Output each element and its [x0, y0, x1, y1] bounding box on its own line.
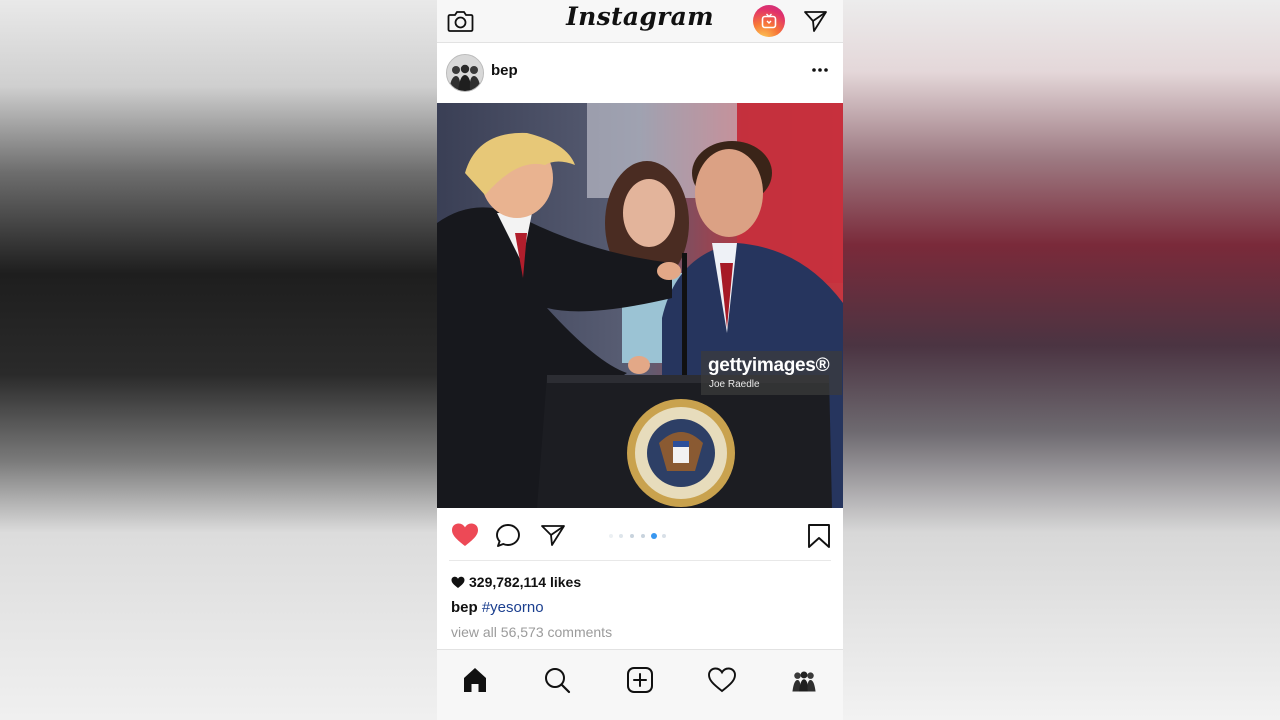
- add-post-icon[interactable]: [626, 666, 654, 694]
- heart-filled-icon[interactable]: [451, 522, 479, 548]
- getty-brand: gettyimages®: [708, 355, 830, 376]
- carousel-dot[interactable]: [630, 534, 634, 538]
- hashtag-link[interactable]: #yesorno: [482, 599, 544, 616]
- more-dots-icon[interactable]: [811, 67, 829, 73]
- post-username[interactable]: bep: [491, 62, 518, 79]
- heart-outline-icon[interactable]: [708, 666, 736, 694]
- comment-icon[interactable]: [495, 523, 521, 549]
- photo-credit: Joe Raedle: [709, 379, 760, 390]
- profile-avatar-icon[interactable]: [791, 667, 817, 693]
- carousel-dot[interactable]: [662, 534, 666, 538]
- getty-watermark: gettyimages® Joe Raedle: [701, 351, 842, 395]
- divider: [449, 560, 831, 561]
- avatar[interactable]: [446, 54, 484, 92]
- blurred-background-right: [843, 0, 1280, 720]
- post-header: bep: [437, 43, 843, 101]
- caption-username[interactable]: bep: [451, 599, 478, 616]
- likes-text: 329,782,114 likes: [469, 574, 582, 590]
- post-image[interactable]: gettyimages® Joe Raedle: [437, 103, 843, 508]
- top-bar: Instagram: [437, 0, 843, 43]
- caption: bep #yesorno: [451, 599, 544, 616]
- likes-count[interactable]: 329,782,114 likes: [451, 574, 581, 590]
- carousel-dot[interactable]: [609, 534, 613, 538]
- carousel-dot[interactable]: [641, 534, 645, 538]
- instagram-screen: Instagram bep gettyimages® Joe Raedle 32…: [437, 0, 843, 720]
- carousel-dot[interactable]: [619, 534, 623, 538]
- bottom-nav: [437, 649, 843, 720]
- paper-plane-icon[interactable]: [803, 9, 828, 33]
- heart-small-icon: [451, 576, 465, 588]
- view-comments-link[interactable]: view all 56,573 comments: [451, 624, 612, 640]
- search-icon[interactable]: [543, 666, 571, 694]
- bookmark-icon[interactable]: [807, 523, 831, 549]
- post-photo-illustration: [437, 103, 843, 508]
- action-row: [437, 512, 843, 560]
- igtv-icon[interactable]: [753, 5, 785, 37]
- carousel-dot-active[interactable]: [651, 533, 657, 539]
- home-icon[interactable]: [461, 666, 489, 694]
- share-paper-plane-icon[interactable]: [540, 523, 566, 547]
- blurred-background-left: [0, 0, 437, 720]
